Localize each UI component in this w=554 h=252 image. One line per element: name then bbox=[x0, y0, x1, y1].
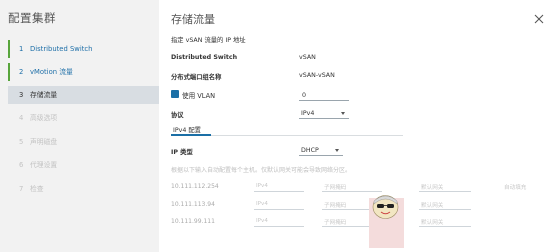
protocol-select-underline bbox=[299, 118, 349, 119]
gateway-underline bbox=[419, 226, 471, 227]
tab-ipv4-config[interactable]: IPv4 配置 bbox=[171, 125, 203, 134]
wizard-title: 配置集群 bbox=[8, 11, 56, 25]
ip-type-select-underline bbox=[299, 155, 343, 156]
step-number: 7 bbox=[19, 185, 24, 193]
subnet-input[interactable]: 子网掩码 bbox=[324, 218, 346, 226]
chevron-down-icon[interactable] bbox=[341, 112, 345, 115]
step-label: 声明磁盘 bbox=[30, 138, 58, 146]
ipv4-underline bbox=[254, 209, 304, 210]
gateway-input[interactable]: 默认网关 bbox=[421, 201, 443, 209]
use-vlan-checkbox[interactable] bbox=[171, 90, 179, 104]
step-label: 存储流量 bbox=[30, 91, 58, 99]
ip-type-select[interactable]: DHCP bbox=[301, 147, 319, 154]
ipv4-underline bbox=[254, 191, 304, 192]
protocol-label: 协议 bbox=[171, 112, 184, 119]
step-number: 4 bbox=[19, 114, 24, 122]
page-subtitle: 指定 vSAN 流量的 IP 地址 bbox=[171, 37, 246, 44]
step-vmotion[interactable]: 2 vMotion 流量 bbox=[8, 63, 159, 81]
close-icon[interactable] bbox=[534, 14, 544, 24]
ipv4-underline bbox=[254, 226, 304, 227]
step-label: Distributed Switch bbox=[30, 45, 93, 53]
ipv4-input[interactable]: IPv4 bbox=[256, 218, 268, 224]
step-label: 高级选项 bbox=[30, 114, 58, 122]
autofill-link[interactable]: 自动填充 bbox=[504, 183, 526, 191]
ipv4-input[interactable]: IPv4 bbox=[256, 183, 268, 189]
step-number: 1 bbox=[19, 45, 24, 53]
step-number: 2 bbox=[19, 68, 24, 76]
wizard-content: 存储流量 指定 vSAN 流量的 IP 地址 Distributed Switc… bbox=[159, 0, 554, 252]
checkmark-icon bbox=[172, 98, 178, 104]
step-label: vMotion 流量 bbox=[30, 68, 73, 76]
step-number: 5 bbox=[19, 138, 24, 146]
step-number: 6 bbox=[19, 161, 24, 169]
host-ip: 10.111.112.254 bbox=[171, 183, 219, 190]
vlan-input[interactable]: 0 bbox=[302, 92, 306, 99]
host-ip: 10.111.99.111 bbox=[171, 218, 215, 225]
step-number: 3 bbox=[19, 91, 24, 99]
gateway-input[interactable]: 默认网关 bbox=[421, 183, 443, 191]
subnet-input[interactable]: 子网掩码 bbox=[324, 201, 346, 209]
distributed-switch-label: Distributed Switch bbox=[171, 54, 238, 61]
step-advanced-options: 4 高级选项 bbox=[8, 109, 159, 127]
port-group-value: vSAN-vSAN bbox=[299, 72, 335, 79]
ipv4-input[interactable]: IPv4 bbox=[256, 201, 268, 207]
wizard-sidebar: 配置集群 1 Distributed Switch 2 vMotion 流量 3 存储… bbox=[0, 0, 159, 252]
step-distributed-switch[interactable]: 1 Distributed Switch bbox=[8, 40, 159, 58]
chevron-down-icon[interactable] bbox=[335, 149, 339, 152]
step-label: 检查 bbox=[30, 185, 44, 193]
distributed-switch-value: vSAN bbox=[299, 54, 316, 61]
gateway-underline bbox=[419, 191, 471, 192]
mascot-watermark-icon bbox=[372, 195, 399, 219]
gateway-underline bbox=[419, 209, 471, 210]
subnet-input[interactable]: 子网掩码 bbox=[324, 183, 346, 191]
step-claim-disks: 5 声明磁盘 bbox=[8, 133, 159, 151]
autofill-hint: 根据以下输入自动配置每个主机。仅默认网关可能会导致网络分区。 bbox=[171, 167, 352, 174]
port-group-label: 分布式端口组名称 bbox=[171, 74, 222, 81]
step-storage-traffic[interactable]: 3 存储流量 bbox=[8, 86, 159, 104]
tab-active-indicator bbox=[171, 134, 211, 136]
gateway-input[interactable]: 默认网关 bbox=[421, 218, 443, 226]
use-vlan-label: 使用 VLAN bbox=[182, 92, 216, 100]
step-proxy-settings: 6 代理设置 bbox=[8, 156, 159, 174]
host-ip: 10.111.113.94 bbox=[171, 201, 215, 208]
page-title: 存储流量 bbox=[171, 13, 215, 26]
ip-type-label: IP 类型 bbox=[171, 149, 193, 156]
step-label: 代理设置 bbox=[30, 161, 58, 169]
step-review: 7 检查 bbox=[8, 180, 159, 198]
vlan-input-underline bbox=[299, 100, 349, 101]
protocol-select[interactable]: IPv4 bbox=[301, 110, 314, 117]
